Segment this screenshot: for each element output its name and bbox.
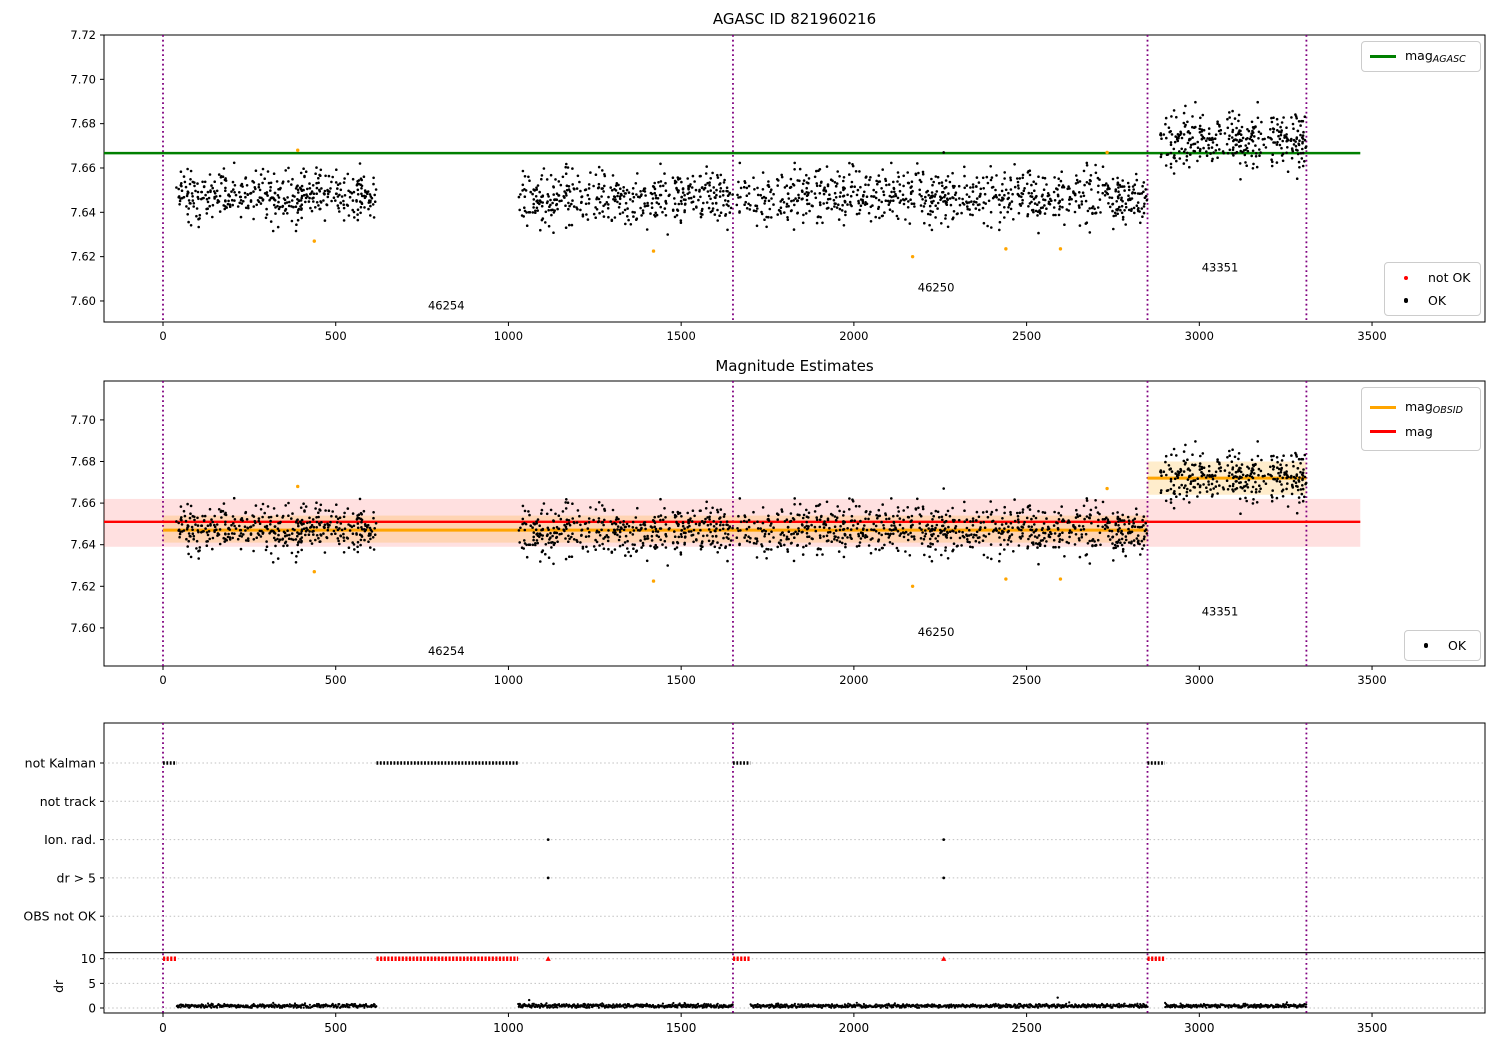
- chart1-mag-agasc: [103, 34, 1486, 323]
- obsid-label: 46250: [918, 625, 955, 639]
- y-tick-label: 7.62: [70, 579, 96, 593]
- flag-category-label: not Kalman: [25, 756, 96, 771]
- x-tick-label: 500: [325, 673, 347, 687]
- agasc-line-swatch: [1370, 55, 1396, 58]
- obsid-label: 43351: [1202, 604, 1239, 618]
- legend-label-mag: mag: [1405, 423, 1433, 439]
- legend-label-notok: not OK: [1428, 270, 1471, 285]
- flagged-black-point: [942, 151, 945, 154]
- legend-label-ok: OK: [1428, 293, 1447, 308]
- legend-mag-agasc: magAGASC: [1361, 41, 1481, 72]
- chart3-axes: [103, 722, 1486, 1014]
- dr-spike-point: [1056, 996, 1059, 999]
- mag-line-swatch: [1370, 429, 1396, 433]
- legend-row-mag: mag: [1370, 419, 1472, 443]
- obsid-line-swatch: [1370, 405, 1396, 409]
- x-tick-label: 1500: [667, 329, 696, 343]
- y-tick-label: 7.66: [70, 496, 96, 510]
- chart1-y-ticks: 7.60 7.62 7.64 7.66 7.68 7.70 7.72: [70, 28, 104, 308]
- dr-spike-point: [527, 998, 531, 1002]
- dr-tick-label: 5: [88, 977, 96, 991]
- legend-row-mag-agasc: magAGASC: [1370, 45, 1472, 68]
- dr-axis-label: dr: [51, 979, 66, 993]
- x-tick-label: 2500: [1012, 329, 1041, 343]
- ok-dot: [1403, 298, 1409, 303]
- y-tick-label: 7.66: [70, 161, 96, 175]
- x-tick-label: 0: [159, 1021, 167, 1035]
- x-tick-label: 500: [325, 329, 347, 343]
- chart3-dr-ticks: 0 5 10 dr: [51, 952, 104, 1016]
- y-tick-label: 7.64: [70, 538, 96, 552]
- y-tick-label: 7.64: [70, 205, 96, 219]
- chart1-title: AGASC ID 821960216: [712, 10, 877, 28]
- y-tick-label: 7.68: [70, 117, 96, 131]
- ok-mid-dot-swatch: [1413, 643, 1439, 648]
- x-tick-label: 1000: [494, 329, 523, 343]
- x-tick-label: 3000: [1184, 1021, 1215, 1035]
- x-tick-label: 3500: [1357, 673, 1386, 687]
- dr-tick-label: 10: [81, 952, 96, 966]
- x-tick-label: 2500: [1011, 1021, 1042, 1035]
- flag-category-label: OBS not OK: [23, 909, 96, 924]
- x-tick-label: 3000: [1185, 329, 1214, 343]
- chart2-magnitude-estimates: [103, 380, 1486, 667]
- y-tick-label: 7.70: [70, 72, 96, 86]
- x-tick-label: 2000: [839, 329, 868, 343]
- y-tick-label: 7.60: [70, 621, 96, 635]
- x-tick-label: 2000: [839, 673, 868, 687]
- x-tick-label: 500: [324, 1021, 347, 1035]
- x-tick-label: 3000: [1185, 673, 1214, 687]
- chart1-axes: [103, 34, 1486, 323]
- y-tick-label: 7.60: [70, 294, 96, 308]
- chart3-flags-dr: [103, 722, 1486, 1014]
- y-tick-label: 7.72: [70, 28, 96, 42]
- dr-tick-label: 0: [88, 1002, 96, 1016]
- charts-svg: 4625446250433510 500 1000 1500 2000 2500 3000 3…: [23, 28, 1486, 1035]
- x-tick-label: 0: [159, 673, 166, 687]
- legend-mag-obsid: magOBSID mag: [1361, 387, 1481, 451]
- chart1-x-ticks: 0 500 1000 1500 2000 2500 3000 3500: [159, 322, 1387, 343]
- x-tick-label: 2500: [1012, 673, 1041, 687]
- legend-row-mag-obsid: magOBSID: [1370, 395, 1472, 419]
- legend-label-mag-obsid: magOBSID: [1405, 398, 1463, 416]
- ok-mid-dot: [1423, 643, 1429, 648]
- chart3-x-ticks: 0 500 1000 1500 2000 2500 3000 3500: [159, 1013, 1387, 1035]
- flag-category-label: not track: [40, 794, 97, 809]
- x-tick-label: 0: [159, 329, 166, 343]
- legend-row-notok: not OK: [1393, 266, 1472, 289]
- x-tick-label: 3500: [1357, 329, 1386, 343]
- legend-ok-notok: not OK OK: [1384, 262, 1481, 316]
- chart2-x-ticks: 0 500 1000 1500 2000 2500 3000 3500: [159, 666, 1387, 687]
- x-tick-label: 1500: [666, 1021, 697, 1035]
- x-tick-label: 3500: [1357, 1021, 1388, 1035]
- legend-ok-mid: OK: [1404, 630, 1481, 661]
- y-tick-label: 7.68: [70, 454, 96, 468]
- chart3-category-labels: not Kalman not track Ion. rad. dr > 5 OBS no…: [23, 756, 104, 924]
- y-tick-label: 7.62: [70, 250, 96, 264]
- notok-dot: [1404, 275, 1408, 280]
- obsid-label: 46254: [428, 644, 465, 658]
- obsid-label: 46250: [918, 281, 955, 295]
- flag-category-label: Ion. rad.: [44, 832, 96, 847]
- legend-row-ok-mid: OK: [1413, 634, 1472, 657]
- ok-dot-swatch: [1393, 298, 1419, 303]
- x-tick-label: 2000: [839, 1021, 870, 1035]
- notok-dot-swatch: [1393, 275, 1419, 280]
- legend-label-mag-agasc: magAGASC: [1405, 48, 1466, 65]
- flagged-black-point: [942, 487, 945, 490]
- obsid-label: 46254: [428, 298, 465, 312]
- legend-row-ok: OK: [1393, 289, 1472, 312]
- x-tick-label: 1000: [493, 1021, 524, 1035]
- obsid-label: 43351: [1202, 261, 1239, 275]
- x-tick-label: 1000: [494, 673, 523, 687]
- flag-category-label: dr > 5: [57, 870, 96, 885]
- y-tick-label: 7.70: [70, 413, 96, 427]
- chart2-title: Magnitude Estimates: [715, 357, 874, 375]
- x-tick-label: 1500: [667, 673, 696, 687]
- legend-label-ok-mid: OK: [1448, 638, 1467, 653]
- chart2-y-ticks: 7.60 7.62 7.64 7.66 7.68 7.70: [70, 413, 104, 635]
- figure: 46254 46250 43351 0 500 1000 1500 2000 2500 3000 3…: [0, 0, 1500, 1050]
